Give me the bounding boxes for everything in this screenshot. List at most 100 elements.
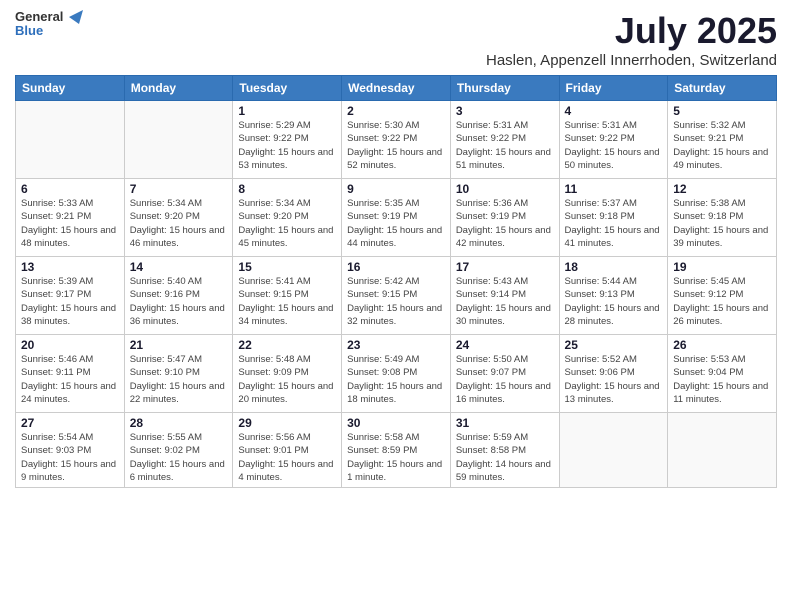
daylight-text: Daylight: 15 hours and 13 minutes. [565, 381, 660, 405]
calendar-cell: 31Sunrise: 5:59 AMSunset: 8:58 PMDayligh… [450, 413, 559, 488]
calendar-cell: 5Sunrise: 5:32 AMSunset: 9:21 PMDaylight… [668, 101, 777, 179]
daylight-text: Daylight: 15 hours and 46 minutes. [130, 225, 225, 249]
calendar-cell: 25Sunrise: 5:52 AMSunset: 9:06 PMDayligh… [559, 335, 668, 413]
sunset-text: Sunset: 9:22 PM [456, 133, 526, 144]
day-info: Sunrise: 5:52 AMSunset: 9:06 PMDaylight:… [565, 353, 663, 406]
sunset-text: Sunset: 9:17 PM [21, 289, 91, 300]
day-number: 1 [238, 104, 336, 118]
weekday-header-monday: Monday [124, 76, 233, 101]
day-number: 16 [347, 260, 445, 274]
day-number: 13 [21, 260, 119, 274]
day-info: Sunrise: 5:50 AMSunset: 9:07 PMDaylight:… [456, 353, 554, 406]
day-info: Sunrise: 5:43 AMSunset: 9:14 PMDaylight:… [456, 275, 554, 328]
weekday-header-wednesday: Wednesday [342, 76, 451, 101]
sunset-text: Sunset: 9:18 PM [673, 211, 743, 222]
calendar-cell: 4Sunrise: 5:31 AMSunset: 9:22 PMDaylight… [559, 101, 668, 179]
logo-general: General [15, 10, 63, 24]
day-info: Sunrise: 5:33 AMSunset: 9:21 PMDaylight:… [21, 197, 119, 250]
day-number: 23 [347, 338, 445, 352]
calendar-cell: 27Sunrise: 5:54 AMSunset: 9:03 PMDayligh… [16, 413, 125, 488]
subtitle: Haslen, Appenzell Innerrhoden, Switzerla… [486, 52, 777, 69]
sunrise-text: Sunrise: 5:36 AM [456, 198, 528, 209]
day-info: Sunrise: 5:35 AMSunset: 9:19 PMDaylight:… [347, 197, 445, 250]
sunrise-text: Sunrise: 5:40 AM [130, 276, 202, 287]
sunrise-text: Sunrise: 5:54 AM [21, 432, 93, 443]
day-info: Sunrise: 5:54 AMSunset: 9:03 PMDaylight:… [21, 431, 119, 484]
sunset-text: Sunset: 9:22 PM [238, 133, 308, 144]
calendar-cell: 20Sunrise: 5:46 AMSunset: 9:11 PMDayligh… [16, 335, 125, 413]
sunset-text: Sunset: 9:14 PM [456, 289, 526, 300]
day-info: Sunrise: 5:39 AM Sunset: 9:17 PM Daylight:… [21, 275, 119, 328]
week-row-3: 13 Sunrise: 5:39 AM Sunset: 9:17 PM Dayligh… [16, 257, 777, 335]
page: General Blue July 2025 Haslen, Appenzell… [0, 0, 792, 612]
calendar-cell: 19Sunrise: 5:45 AMSunset: 9:12 PMDayligh… [668, 257, 777, 335]
sunset-text: Sunset: 9:12 PM [673, 289, 743, 300]
day-info: Sunrise: 5:59 AMSunset: 8:58 PMDaylight:… [456, 431, 554, 484]
day-number: 5 [673, 104, 771, 118]
sunrise-text: Sunrise: 5:41 AM [238, 276, 310, 287]
sunrise-text: Sunrise: 5:43 AM [456, 276, 528, 287]
sunset-text: Sunset: 9:02 PM [130, 445, 200, 456]
calendar-cell: 17Sunrise: 5:43 AMSunset: 9:14 PMDayligh… [450, 257, 559, 335]
sunset-text: Sunset: 9:19 PM [456, 211, 526, 222]
daylight-text: Daylight: 15 hours and 45 minutes. [238, 225, 333, 249]
sunset-text: Sunset: 9:06 PM [565, 367, 635, 378]
calendar-cell: 22Sunrise: 5:48 AMSunset: 9:09 PMDayligh… [233, 335, 342, 413]
day-info: Sunrise: 5:37 AMSunset: 9:18 PMDaylight:… [565, 197, 663, 250]
daylight-text: Daylight: 15 hours and 18 minutes. [347, 381, 442, 405]
sunrise-text: Sunrise: 5:59 AM [456, 432, 528, 443]
daylight-text: Daylight: 15 hours and 34 minutes. [238, 303, 333, 327]
daylight-text: Daylight: 15 hours and 20 minutes. [238, 381, 333, 405]
day-info: Sunrise: 5:58 AMSunset: 8:59 PMDaylight:… [347, 431, 445, 484]
sunset-text: Sunset: 9:20 PM [130, 211, 200, 222]
day-info: Sunrise: 5:55 AMSunset: 9:02 PMDaylight:… [130, 431, 228, 484]
sunrise-text: Sunrise: 5:34 AM [130, 198, 202, 209]
day-number: 21 [130, 338, 228, 352]
daylight-text: Daylight: 15 hours and 50 minutes. [565, 147, 660, 171]
day-number: 14 [130, 260, 228, 274]
calendar-cell [668, 413, 777, 488]
calendar-cell: 13 Sunrise: 5:39 AM Sunset: 9:17 PM Dayligh… [16, 257, 125, 335]
sunset-text: Sunset: 9:11 PM [21, 367, 91, 378]
sunrise-text: Sunrise: 5:47 AM [130, 354, 202, 365]
sunset-text: Sunset: 9:10 PM [130, 367, 200, 378]
day-info: Sunrise: 5:48 AMSunset: 9:09 PMDaylight:… [238, 353, 336, 406]
calendar-cell: 18Sunrise: 5:44 AMSunset: 9:13 PMDayligh… [559, 257, 668, 335]
daylight-text: Daylight: 15 hours and 48 minutes. [21, 225, 116, 249]
sunrise-text: Sunrise: 5:39 AM [21, 276, 93, 287]
day-number: 31 [456, 416, 554, 430]
sunset-text: Sunset: 9:01 PM [238, 445, 308, 456]
sunset-text: Sunset: 9:16 PM [130, 289, 200, 300]
sunset-text: Sunset: 9:21 PM [21, 211, 91, 222]
daylight-text: Daylight: 15 hours and 36 minutes. [130, 303, 225, 327]
calendar-cell: 3Sunrise: 5:31 AMSunset: 9:22 PMDaylight… [450, 101, 559, 179]
day-number: 3 [456, 104, 554, 118]
daylight-text: Daylight: 15 hours and 44 minutes. [347, 225, 442, 249]
day-number: 15 [238, 260, 336, 274]
sunrise-text: Sunrise: 5:48 AM [238, 354, 310, 365]
day-number: 17 [456, 260, 554, 274]
daylight-text: Daylight: 15 hours and 51 minutes. [456, 147, 551, 171]
daylight-text: Daylight: 15 hours and 38 minutes. [21, 303, 116, 327]
day-number: 19 [673, 260, 771, 274]
day-number: 2 [347, 104, 445, 118]
calendar-cell: 6Sunrise: 5:33 AMSunset: 9:21 PMDaylight… [16, 179, 125, 257]
calendar-cell: 28Sunrise: 5:55 AMSunset: 9:02 PMDayligh… [124, 413, 233, 488]
daylight-text: Daylight: 15 hours and 52 minutes. [347, 147, 442, 171]
calendar-cell: 14 Sunrise: 5:40 AM Sunset: 9:16 PM Dayligh… [124, 257, 233, 335]
calendar-cell: 15Sunrise: 5:41 AMSunset: 9:15 PMDayligh… [233, 257, 342, 335]
daylight-text: Daylight: 15 hours and 41 minutes. [565, 225, 660, 249]
sunrise-text: Sunrise: 5:53 AM [673, 354, 745, 365]
daylight-text: Daylight: 15 hours and 22 minutes. [130, 381, 225, 405]
daylight-text: Daylight: 15 hours and 9 minutes. [21, 459, 116, 483]
day-number: 28 [130, 416, 228, 430]
sunset-text: Sunset: 9:22 PM [565, 133, 635, 144]
day-number: 18 [565, 260, 663, 274]
day-number: 25 [565, 338, 663, 352]
calendar-cell: 30Sunrise: 5:58 AMSunset: 8:59 PMDayligh… [342, 413, 451, 488]
day-number: 7 [130, 182, 228, 196]
daylight-text: Daylight: 15 hours and 6 minutes. [130, 459, 225, 483]
day-info: Sunrise: 5:31 AMSunset: 9:22 PMDaylight:… [456, 119, 554, 172]
calendar-cell: 9Sunrise: 5:35 AMSunset: 9:19 PMDaylight… [342, 179, 451, 257]
day-info: Sunrise: 5:42 AMSunset: 9:15 PMDaylight:… [347, 275, 445, 328]
